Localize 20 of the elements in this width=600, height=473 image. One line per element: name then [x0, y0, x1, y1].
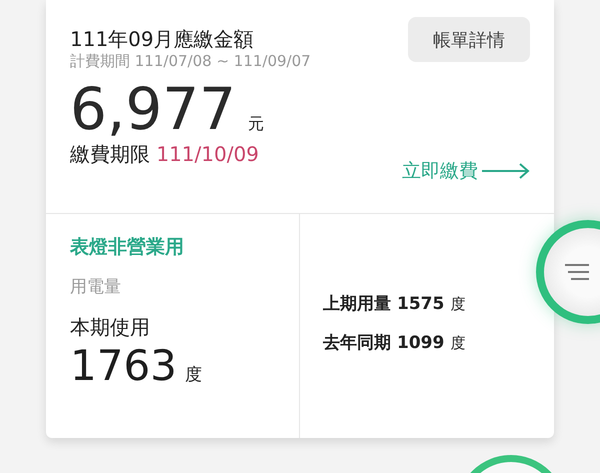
usage-label: 用電量 [70, 276, 122, 298]
deadline-label: 繳費期限 [70, 142, 150, 166]
usage-unit: 度 [450, 295, 466, 314]
amount-due: 6,977 [70, 77, 236, 141]
usage-unit: 度 [184, 364, 202, 386]
arrow-icon [482, 163, 530, 179]
usage-unit: 度 [450, 334, 466, 353]
current-usage-label: 本期使用 [70, 314, 151, 340]
bill-title: 111年09月應繳金額 [70, 27, 255, 51]
currency-unit: 元 [248, 114, 264, 135]
deadline-date: 111/10/09 [156, 142, 259, 166]
comparison-value: 1099 [397, 333, 444, 353]
comparison-label: 上期用量 [323, 293, 391, 315]
billing-period: 計費期間 111/07/08 ~ 111/09/07 [70, 51, 311, 71]
rate-category: 表燈非營業用 [70, 235, 185, 260]
current-usage-value: 1763 [70, 340, 177, 392]
bill-details-button[interactable]: 帳單詳情 [408, 17, 530, 62]
menu-icon [564, 262, 590, 282]
comparison-label: 去年同期 [323, 332, 391, 354]
comparison-value: 1575 [397, 294, 444, 314]
